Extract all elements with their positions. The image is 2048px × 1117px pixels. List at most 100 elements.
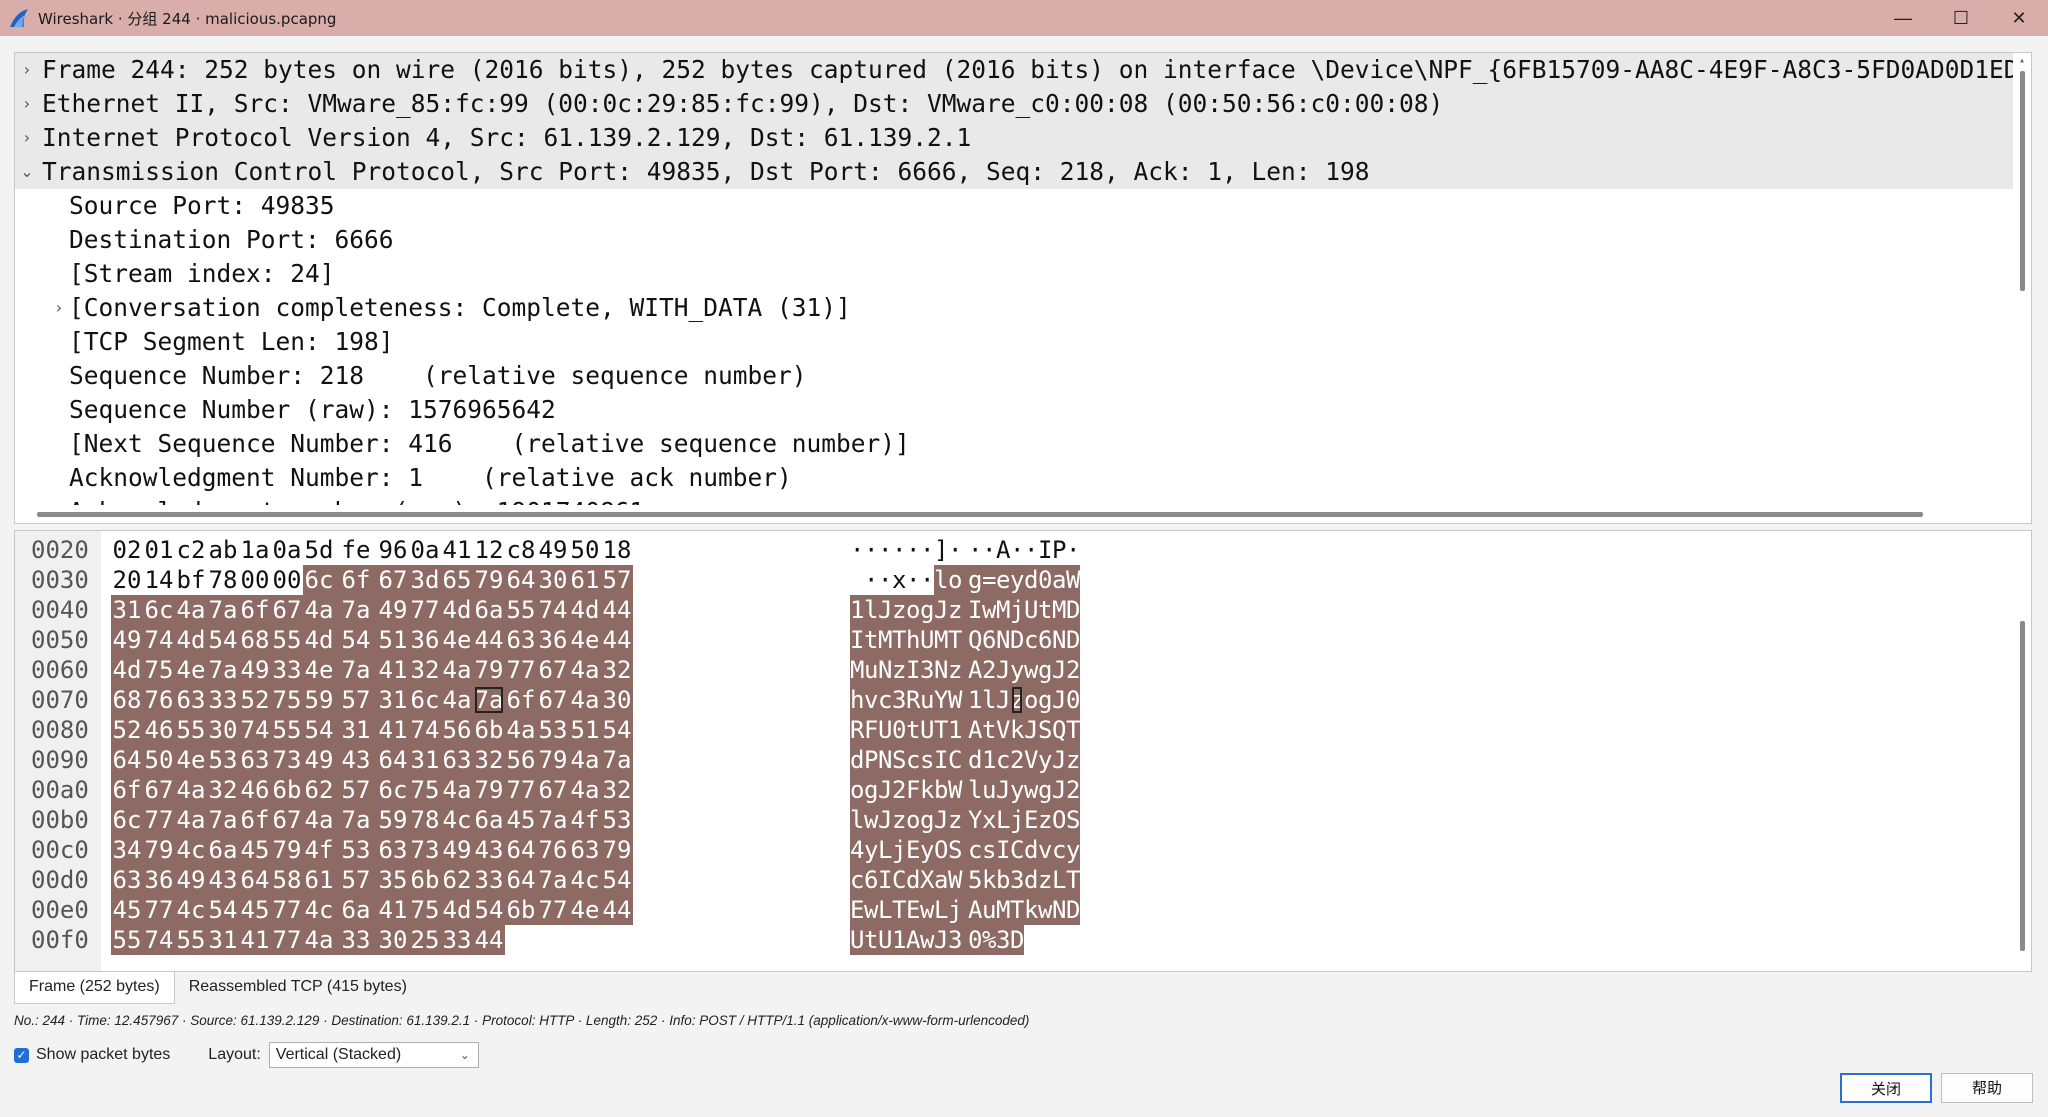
ascii-char[interactable]: J xyxy=(1052,685,1066,715)
ascii-char[interactable]: 3 xyxy=(920,655,934,685)
tree-row[interactable]: Sequence Number: 218 (relative sequence … xyxy=(15,359,2015,393)
tab-frame-bytes[interactable]: Frame (252 bytes) xyxy=(14,972,175,1004)
ascii-char[interactable]: x xyxy=(982,805,996,835)
ascii-char[interactable]: T xyxy=(948,625,968,655)
hex-byte[interactable]: 54 xyxy=(335,625,377,655)
ascii-char[interactable]: z xyxy=(948,655,968,685)
hex-byte[interactable]: 50 xyxy=(143,745,175,775)
ascii-char[interactable]: N xyxy=(878,655,892,685)
ascii-char[interactable]: 3 xyxy=(996,925,1010,955)
hex-byte[interactable]: 6a xyxy=(207,835,239,865)
hex-byte[interactable]: 79 xyxy=(473,655,505,685)
tree-row[interactable]: [Next Sequence Number: 416 (relative seq… xyxy=(15,427,2015,461)
ascii-char[interactable]: N xyxy=(996,625,1010,655)
ascii-char[interactable]: J xyxy=(996,775,1010,805)
ascii-char[interactable]: P xyxy=(1052,535,1066,565)
ascii-char[interactable]: N xyxy=(878,745,892,775)
hex-byte[interactable]: 53 xyxy=(537,715,569,745)
hex-byte[interactable]: 4d xyxy=(111,655,143,685)
ascii-char[interactable]: D xyxy=(1066,625,1080,655)
hex-byte[interactable]: 78 xyxy=(207,565,239,595)
hex-byte[interactable]: 4d xyxy=(441,895,473,925)
hex-byte[interactable]: 54 xyxy=(207,895,239,925)
ascii-char[interactable]: Y xyxy=(934,685,948,715)
hex-byte[interactable]: 4a xyxy=(569,685,601,715)
hex-byte[interactable]: 0a xyxy=(409,535,441,565)
ascii-char[interactable]: j xyxy=(1010,805,1024,835)
hex-byte[interactable]: 49 xyxy=(175,865,207,895)
hex-byte[interactable]: 79 xyxy=(473,775,505,805)
hex-byte[interactable]: 43 xyxy=(335,745,377,775)
ascii-char[interactable]: t xyxy=(1038,595,1052,625)
collapsed-chevron-icon[interactable]: › xyxy=(19,121,35,155)
ascii-char[interactable]: U xyxy=(850,925,864,955)
ascii-char[interactable]: · xyxy=(1024,535,1038,565)
hex-byte[interactable]: fe xyxy=(335,535,377,565)
hex-byte[interactable]: 32 xyxy=(409,655,441,685)
ascii-char[interactable]: J xyxy=(1052,775,1066,805)
hex-byte[interactable]: 33 xyxy=(441,925,473,955)
ascii-char[interactable]: c xyxy=(878,685,892,715)
hex-byte[interactable]: 4d xyxy=(175,625,207,655)
ascii-char[interactable]: J xyxy=(1052,745,1066,775)
ascii-char[interactable]: z xyxy=(1010,685,1024,715)
hex-byte[interactable]: 00 xyxy=(271,565,303,595)
hex-byte[interactable]: 75 xyxy=(271,685,303,715)
ascii-char[interactable]: w xyxy=(864,895,878,925)
hex-byte[interactable]: 34 xyxy=(111,835,143,865)
tree-row[interactable]: › Frame 244: 252 bytes on wire (2016 bits… xyxy=(15,53,2031,87)
ascii-char[interactable]: u xyxy=(864,655,878,685)
hex-byte[interactable]: 7a xyxy=(335,595,377,625)
ascii-char[interactable]: I xyxy=(878,865,892,895)
hex-byte[interactable]: 4d xyxy=(303,625,335,655)
ascii-char[interactable]: y xyxy=(1010,775,1024,805)
hex-byte[interactable]: 77 xyxy=(505,655,537,685)
ascii-char[interactable]: z xyxy=(892,655,906,685)
ascii-char[interactable]: a xyxy=(1052,565,1066,595)
ascii-char[interactable]: J xyxy=(878,595,892,625)
hex-byte[interactable]: 4c xyxy=(441,805,473,835)
ascii-char[interactable]: 3 xyxy=(948,925,968,955)
ascii-char[interactable]: D xyxy=(1010,625,1024,655)
hex-byte[interactable]: 76 xyxy=(143,685,175,715)
ascii-char[interactable]: g xyxy=(1038,685,1052,715)
ascii-char[interactable]: L xyxy=(1052,865,1066,895)
hex-byte[interactable]: 45 xyxy=(111,895,143,925)
hex-byte[interactable]: 54 xyxy=(473,895,505,925)
tree-row[interactable]: Sequence Number (raw): 1576965642 xyxy=(15,393,2015,427)
ascii-char[interactable]: · xyxy=(864,565,878,595)
hex-byte[interactable]: 6c xyxy=(111,805,143,835)
hex-byte[interactable]: 55 xyxy=(505,595,537,625)
hex-byte[interactable]: 68 xyxy=(239,625,271,655)
ascii-char[interactable]: A xyxy=(968,715,982,745)
ascii-char[interactable]: L xyxy=(934,895,948,925)
hex-byte[interactable]: 7a xyxy=(207,595,239,625)
tree-row[interactable]: [Stream index: 24] xyxy=(15,257,2015,291)
ascii-char[interactable]: d xyxy=(968,745,982,775)
ascii-char[interactable]: N xyxy=(1052,625,1066,655)
tree-row[interactable]: › Ethernet II, Src: VMware_85:fc:99 (00:0… xyxy=(15,87,2015,121)
ascii-char[interactable]: o xyxy=(1024,685,1038,715)
ascii-char[interactable]: X xyxy=(920,865,934,895)
ascii-char[interactable]: z xyxy=(1038,865,1052,895)
hex-byte[interactable]: 44 xyxy=(601,895,633,925)
hex-byte[interactable]: 4a xyxy=(175,775,207,805)
ascii-char[interactable]: A xyxy=(968,895,982,925)
hex-byte[interactable]: 4a xyxy=(303,595,335,625)
collapsed-chevron-icon[interactable]: › xyxy=(19,87,35,121)
ascii-char[interactable]: z xyxy=(892,595,906,625)
ascii-char[interactable]: S xyxy=(892,745,906,775)
hex-byte[interactable]: 55 xyxy=(111,925,143,955)
hex-byte[interactable]: 6c xyxy=(303,565,335,595)
hex-byte[interactable]: 6c xyxy=(143,595,175,625)
ascii-char[interactable]: · xyxy=(920,565,934,595)
hex-byte[interactable]: 4a xyxy=(441,685,473,715)
ascii-char[interactable]: E xyxy=(1024,805,1038,835)
hex-byte[interactable]: 32 xyxy=(473,745,505,775)
ascii-char[interactable]: y xyxy=(1066,835,1080,865)
ascii-char[interactable]: c xyxy=(1024,625,1038,655)
ascii-char[interactable]: U xyxy=(1024,595,1038,625)
tree-vertical-scrollbar[interactable]: ▴ xyxy=(2013,53,2031,523)
ascii-char[interactable]: O xyxy=(934,835,948,865)
hex-byte[interactable]: 54 xyxy=(601,715,633,745)
